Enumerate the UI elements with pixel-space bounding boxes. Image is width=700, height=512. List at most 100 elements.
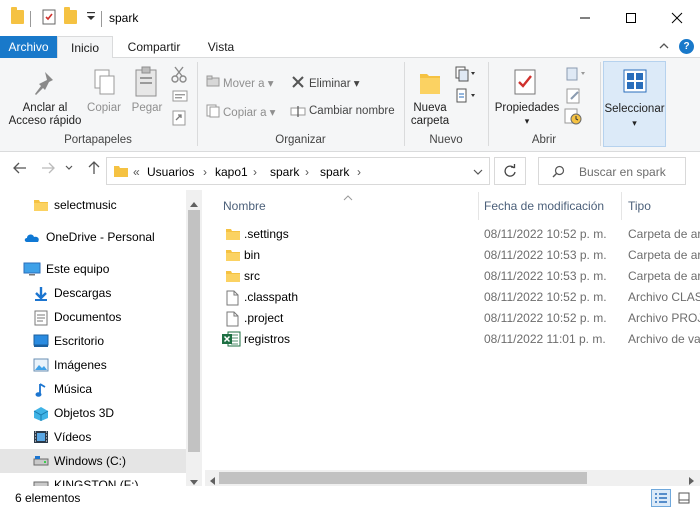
file-date: 08/11/2022 10:53 p. m. bbox=[484, 248, 607, 262]
column-divider[interactable] bbox=[621, 192, 622, 220]
sidebar-item-imagenes[interactable]: Imágenes bbox=[0, 353, 186, 377]
help-icon[interactable]: ? bbox=[679, 39, 694, 54]
excel-icon bbox=[221, 331, 241, 350]
file-date: 08/11/2022 10:52 p. m. bbox=[484, 227, 607, 241]
new-folder-label-line2: carpeta bbox=[410, 115, 450, 127]
history-icon[interactable] bbox=[564, 108, 584, 129]
recent-locations-button[interactable] bbox=[64, 160, 74, 181]
breadcrumb-item[interactable]: spark bbox=[270, 165, 299, 179]
breadcrumb-separator[interactable]: › bbox=[203, 165, 207, 179]
tab-inicio[interactable]: Inicio bbox=[57, 36, 113, 59]
breadcrumb-separator[interactable]: › bbox=[305, 165, 309, 179]
sidebar-item-windows-c[interactable]: Windows (C:) bbox=[0, 449, 186, 473]
sidebar-item-musica[interactable]: Música bbox=[0, 377, 186, 401]
customize-quick-access-icon[interactable] bbox=[86, 10, 96, 25]
divider bbox=[101, 11, 102, 27]
table-row[interactable]: .classpath 08/11/2022 10:52 p. m. Archiv… bbox=[205, 287, 700, 308]
sidebar-item-videos[interactable]: Vídeos bbox=[0, 425, 186, 449]
tab-compartir[interactable]: Compartir bbox=[118, 36, 190, 58]
scrollbar-thumb[interactable] bbox=[188, 210, 200, 452]
new-folder-icon[interactable] bbox=[64, 7, 77, 24]
open-icon[interactable] bbox=[566, 66, 588, 85]
cut-icon[interactable] bbox=[171, 66, 187, 87]
paste-button[interactable]: Pegar bbox=[128, 102, 166, 115]
copy-path-icon[interactable] bbox=[172, 90, 188, 105]
rename-button[interactable]: Cambiar nombre bbox=[309, 105, 395, 117]
sidebar-item-kingston-f[interactable]: KINGSTON (F:) bbox=[0, 473, 186, 486]
file-date: 08/11/2022 10:52 p. m. bbox=[484, 290, 607, 304]
refresh-button[interactable] bbox=[494, 157, 526, 185]
table-row[interactable]: registros 08/11/2022 11:01 p. m. Archivo… bbox=[205, 329, 700, 350]
chevron-down-icon: ▾ bbox=[632, 118, 637, 128]
table-row[interactable]: .settings 08/11/2022 10:52 p. m. Carpeta… bbox=[205, 224, 700, 245]
folder-icon bbox=[225, 248, 241, 265]
up-arrow-icon bbox=[88, 161, 100, 174]
search-box[interactable]: Buscar en spark bbox=[538, 157, 686, 185]
column-header-name[interactable]: Nombre bbox=[223, 199, 266, 213]
copy-to-button[interactable]: Copiar a ▾ bbox=[223, 105, 275, 119]
back-button[interactable] bbox=[12, 160, 28, 181]
table-row[interactable]: bin 08/11/2022 10:53 p. m. Carpeta de ar bbox=[205, 245, 700, 266]
maximize-button[interactable] bbox=[608, 0, 654, 36]
large-icons-view-icon bbox=[678, 492, 690, 504]
breadcrumb-item[interactable]: Usuarios bbox=[147, 165, 194, 179]
folder-icon bbox=[33, 198, 49, 212]
navigation-scrollbar[interactable] bbox=[186, 190, 202, 486]
scroll-down-icon[interactable] bbox=[190, 475, 198, 486]
easy-access-icon[interactable] bbox=[455, 88, 477, 107]
edit-icon[interactable] bbox=[566, 88, 582, 107]
properties-button[interactable]: Propiedades ▾ bbox=[492, 102, 562, 128]
sidebar-item-selectmusic[interactable]: selectmusic bbox=[0, 193, 186, 217]
folder-icon bbox=[113, 164, 129, 181]
breadcrumb-separator[interactable]: › bbox=[253, 165, 257, 179]
sort-ascending-icon bbox=[343, 190, 353, 204]
details-view-button[interactable] bbox=[651, 489, 671, 507]
copy-icon bbox=[93, 68, 117, 101]
back-arrow-icon bbox=[13, 162, 26, 174]
column-header-date[interactable]: Fecha de modificación bbox=[484, 199, 604, 213]
address-bar[interactable]: « Usuarios › kapo1 › spark › spark › bbox=[106, 157, 490, 185]
sidebar-item-este-equipo[interactable]: Este equipo bbox=[0, 257, 186, 281]
delete-button[interactable]: Eliminar ▾ bbox=[309, 76, 360, 90]
sidebar-item-descargas[interactable]: Descargas bbox=[0, 281, 186, 305]
table-row[interactable]: .project 08/11/2022 10:52 p. m. Archivo … bbox=[205, 308, 700, 329]
properties-icon[interactable] bbox=[42, 9, 56, 28]
collapse-ribbon-icon[interactable] bbox=[658, 40, 670, 55]
breadcrumb-overflow[interactable]: « bbox=[133, 165, 140, 179]
address-history-button[interactable] bbox=[473, 166, 483, 180]
minimize-button[interactable] bbox=[562, 0, 608, 36]
new-item-icon[interactable] bbox=[455, 66, 477, 85]
sidebar-item-onedrive[interactable]: OneDrive - Personal bbox=[0, 225, 186, 249]
scrollbar-thumb[interactable] bbox=[219, 472, 587, 484]
move-to-button[interactable]: Mover a ▾ bbox=[223, 76, 274, 90]
sidebar-item-escritorio[interactable]: Escritorio bbox=[0, 329, 186, 353]
pin-icon bbox=[31, 70, 55, 101]
sidebar-item-label: Descargas bbox=[54, 286, 112, 300]
breadcrumb-separator[interactable]: › bbox=[357, 165, 361, 179]
sidebar-item-label: Este equipo bbox=[46, 262, 110, 276]
tab-vista[interactable]: Vista bbox=[196, 36, 246, 58]
ribbon: Anclar al Acceso rápido Copiar Pegar Por… bbox=[0, 58, 700, 152]
onedrive-icon bbox=[23, 232, 39, 246]
close-button[interactable] bbox=[654, 0, 700, 36]
copy-button[interactable]: Copiar bbox=[84, 102, 124, 115]
scroll-up-icon[interactable] bbox=[190, 196, 198, 210]
tab-archivo[interactable]: Archivo bbox=[0, 36, 57, 58]
column-divider[interactable] bbox=[478, 192, 479, 220]
forward-button[interactable] bbox=[40, 160, 56, 181]
table-row[interactable]: src 08/11/2022 10:53 p. m. Carpeta de ar bbox=[205, 266, 700, 287]
select-button[interactable]: Seleccionar ▾ bbox=[603, 61, 666, 147]
breadcrumb-item[interactable]: spark bbox=[320, 165, 349, 179]
large-icons-view-button[interactable] bbox=[675, 489, 695, 507]
sidebar-item-objetos-3d[interactable]: Objetos 3D bbox=[0, 401, 186, 425]
new-folder-button[interactable]: Nueva carpeta bbox=[406, 102, 454, 128]
file-list-scrollbar[interactable] bbox=[205, 470, 700, 486]
search-input[interactable]: Buscar en spark bbox=[579, 165, 666, 179]
up-button[interactable] bbox=[86, 160, 102, 181]
paste-shortcut-icon[interactable] bbox=[172, 110, 186, 129]
column-header-type[interactable]: Tipo bbox=[628, 199, 651, 213]
breadcrumb-item[interactable]: kapo1 bbox=[215, 165, 248, 179]
select-label: Seleccionar bbox=[604, 103, 665, 115]
pin-quick-access-button[interactable]: Anclar al Acceso rápido bbox=[4, 102, 86, 128]
sidebar-item-documentos[interactable]: Documentos bbox=[0, 305, 186, 329]
